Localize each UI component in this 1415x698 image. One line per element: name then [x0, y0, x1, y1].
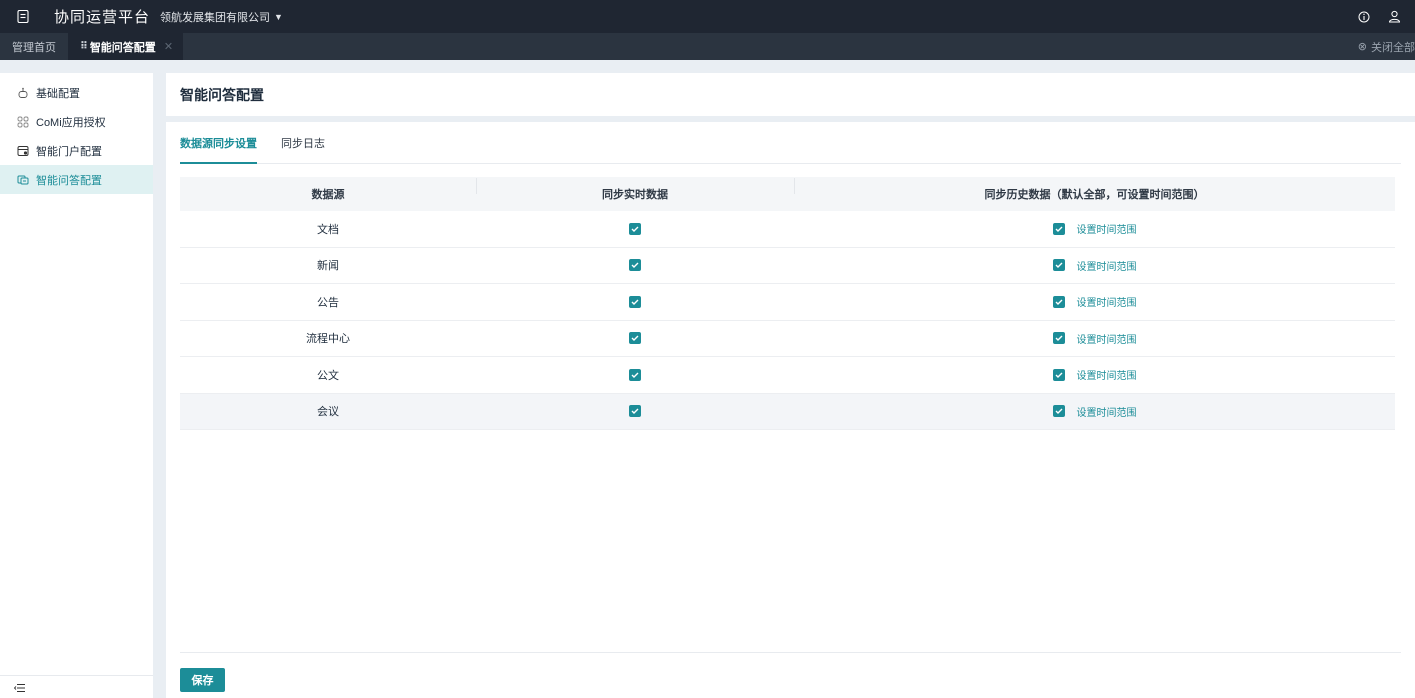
table-row: 流程中心 设置时间范围	[180, 321, 1395, 357]
org-selector[interactable]: 领航发展集团有限公司 ▼	[160, 9, 283, 25]
sidebar-item-label: CoMi应用授权	[36, 116, 106, 129]
datasource-table: 数据源 同步实时数据 同步历史数据（默认全部，可设置时间范围） 文档 设置时间范…	[180, 177, 1395, 430]
table-row: 文档 设置时间范围	[180, 211, 1395, 248]
realtime-checkbox[interactable]	[629, 295, 641, 308]
datasource-name: 文档	[317, 223, 339, 236]
topbar-actions	[1358, 10, 1401, 23]
tab-bar: 管理首页 ⠿ 智能问答配置 ✕ ⊗ 关闭全部	[0, 33, 1415, 60]
content-tabs: 数据源同步设置 同步日志	[180, 122, 1401, 164]
tab-qa-config[interactable]: ⠿ 智能问答配置 ✕	[68, 33, 184, 60]
table-header: 数据源 同步实时数据 同步历史数据（默认全部，可设置时间范围）	[180, 177, 1395, 211]
header-datasource: 数据源	[311, 189, 345, 201]
sidebar-item-comi-auth[interactable]: CoMi应用授权	[0, 107, 153, 136]
divider	[180, 652, 1401, 653]
realtime-checkbox[interactable]	[629, 332, 641, 345]
collapse-menu-icon[interactable]	[13, 682, 26, 692]
robot-icon	[17, 87, 29, 99]
set-time-range-link[interactable]: 设置时间范围	[1077, 367, 1137, 382]
datasource-name: 流程中心	[306, 333, 350, 346]
save-button[interactable]: 保存	[180, 668, 225, 692]
caret-down-icon: ▼	[274, 11, 283, 22]
datasource-name: 新闻	[317, 260, 339, 273]
tab-label: 智能问答配置	[89, 41, 156, 54]
realtime-checkbox[interactable]	[629, 405, 641, 418]
portal-icon	[17, 145, 29, 157]
sidebar-item-label: 智能门户配置	[36, 145, 102, 158]
header-realtime: 同步实时数据	[476, 178, 794, 202]
header-history: 同步历史数据（默认全部，可设置时间范围）	[794, 178, 1395, 202]
table-row: 公告 设置时间范围	[180, 284, 1395, 321]
realtime-checkbox[interactable]	[629, 222, 641, 235]
qa-icon	[17, 174, 29, 186]
tab-datasource-sync[interactable]: 数据源同步设置	[180, 121, 257, 164]
tab-label: 管理首页	[12, 41, 56, 54]
top-bar: 协同运营平台 领航发展集团有限公司 ▼	[0, 0, 1415, 33]
realtime-checkbox[interactable]	[629, 368, 641, 381]
close-all-label: 关闭全部	[1371, 41, 1415, 54]
doc-icon[interactable]	[16, 10, 30, 24]
datasource-name: 公文	[317, 369, 339, 382]
datasource-name: 公告	[317, 296, 339, 309]
page-title: 智能问答配置	[166, 73, 1415, 116]
history-checkbox[interactable]	[1052, 222, 1065, 235]
set-time-range-link[interactable]: 设置时间范围	[1077, 294, 1137, 309]
table-row: 公文 设置时间范围	[180, 357, 1395, 394]
set-time-range-link[interactable]: 设置时间范围	[1077, 331, 1137, 346]
history-checkbox[interactable]	[1052, 368, 1065, 381]
set-time-range-link[interactable]: 设置时间范围	[1077, 404, 1137, 419]
history-checkbox[interactable]	[1052, 295, 1065, 308]
close-icon[interactable]: ✕	[164, 40, 173, 53]
history-checkbox[interactable]	[1052, 405, 1065, 418]
drag-handle-icon: ⠿	[80, 41, 88, 52]
datasource-name: 会议	[317, 406, 339, 419]
org-name: 领航发展集团有限公司	[160, 11, 271, 24]
sidebar-item-label: 基础配置	[36, 87, 80, 100]
tab-home[interactable]: 管理首页	[0, 33, 68, 60]
user-icon[interactable]	[1388, 10, 1401, 23]
table-row: 新闻 设置时间范围	[180, 248, 1395, 284]
close-circle-icon: ⊗	[1357, 41, 1367, 53]
grid-icon	[17, 116, 29, 128]
realtime-checkbox[interactable]	[629, 259, 641, 272]
set-time-range-link[interactable]: 设置时间范围	[1077, 221, 1137, 236]
sidebar-item-qa-config[interactable]: 智能问答配置	[0, 165, 153, 194]
main-area: 智能问答配置 数据源同步设置 同步日志 数据源 同步实时数据 同步历史数据（默认…	[166, 73, 1415, 698]
divider	[0, 675, 153, 676]
table-row: 会议 设置时间范围	[180, 393, 1395, 430]
sidebar-item-label: 智能问答配置	[36, 174, 102, 187]
sidebar-item-portal-config[interactable]: 智能门户配置	[0, 136, 153, 165]
close-all-button[interactable]: ⊗ 关闭全部	[1358, 39, 1415, 55]
content-panel: 数据源同步设置 同步日志 数据源 同步实时数据 同步历史数据（默认全部，可设置时…	[166, 122, 1415, 698]
history-checkbox[interactable]	[1052, 332, 1065, 345]
sidebar-item-basic-config[interactable]: 基础配置	[0, 78, 153, 107]
sidebar: 基础配置 CoMi应用授权 智能门户配置 智能问答配置	[0, 73, 153, 698]
app-title: 协同运营平台	[54, 9, 151, 26]
set-time-range-link[interactable]: 设置时间范围	[1077, 258, 1137, 273]
tab-sync-log[interactable]: 同步日志	[281, 121, 325, 163]
info-icon[interactable]	[1358, 11, 1370, 23]
history-checkbox[interactable]	[1052, 259, 1065, 272]
